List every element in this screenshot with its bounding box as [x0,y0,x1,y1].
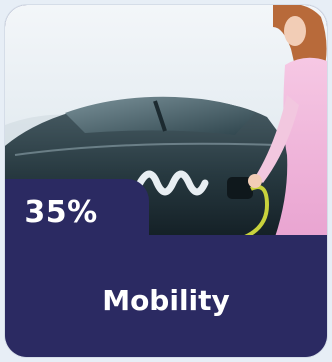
mobility-card[interactable]: 35% Mobility [5,5,327,357]
card-title: Mobility [102,284,230,317]
percentage-value: 35% [24,195,98,230]
